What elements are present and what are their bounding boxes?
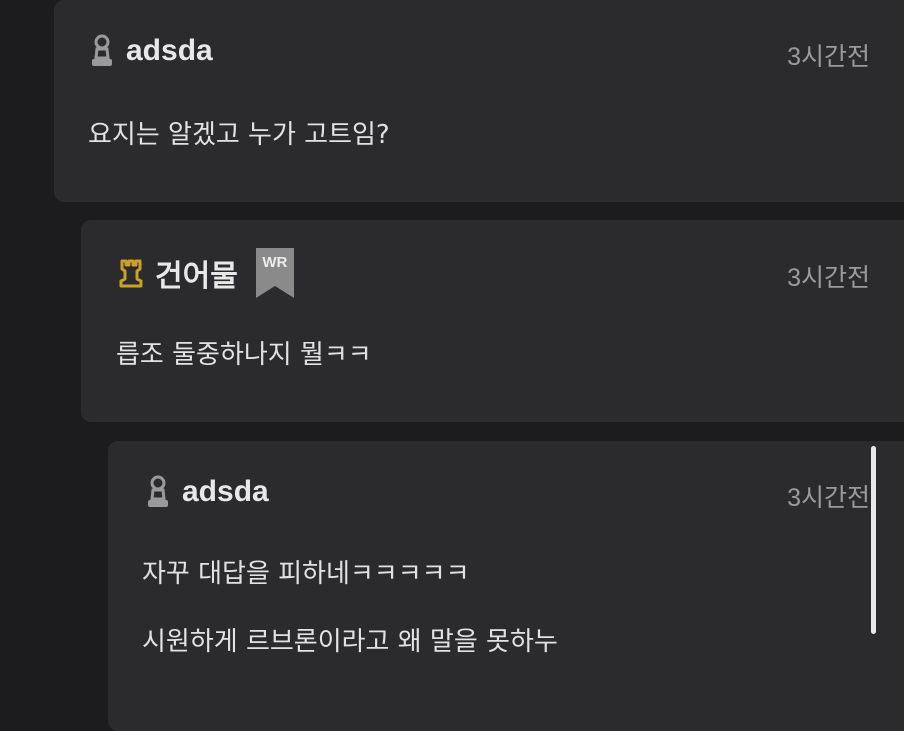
pawn-icon	[148, 475, 168, 507]
comment-header: adsda	[146, 475, 269, 509]
comment-text: 릅조 둘중하나지 뭘ㅋㅋ	[116, 340, 372, 370]
comment-card: 건어물 WR 3시간전 릅조 둘중하나지 뭘ㅋㅋ	[81, 220, 904, 422]
badge-label: WR	[262, 254, 288, 271]
pawn-icon	[92, 34, 112, 66]
comment-card: adsda 3시간전 자꾸 대답을 피하네ㅋㅋㅋㅋㅋ 시원하게 르브론이라고 왜…	[108, 441, 904, 731]
comment-header: 건어물 WR	[117, 246, 296, 300]
comment-author[interactable]: adsda	[182, 475, 269, 509]
scrollbar[interactable]	[871, 446, 876, 634]
comment-author[interactable]: adsda	[126, 34, 213, 68]
comment-timestamp: 3시간전	[787, 264, 870, 292]
comment-timestamp: 3시간전	[787, 484, 870, 512]
comment-timestamp: 3시간전	[787, 43, 870, 71]
wr-badge: WR	[254, 246, 296, 300]
comment-text: 시원하게 르브론이라고 왜 말을 못하누	[142, 627, 558, 657]
comment-header: adsda	[90, 34, 213, 68]
comment-author[interactable]: 건어물	[155, 251, 238, 295]
rook-icon	[119, 259, 143, 288]
comment-card: adsda 3시간전 요지는 알겠고 누가 고트임?	[54, 0, 904, 202]
comment-text: 요지는 알겠고 누가 고트임?	[88, 120, 390, 150]
comment-text: 자꾸 대답을 피하네ㅋㅋㅋㅋㅋ	[142, 559, 470, 589]
